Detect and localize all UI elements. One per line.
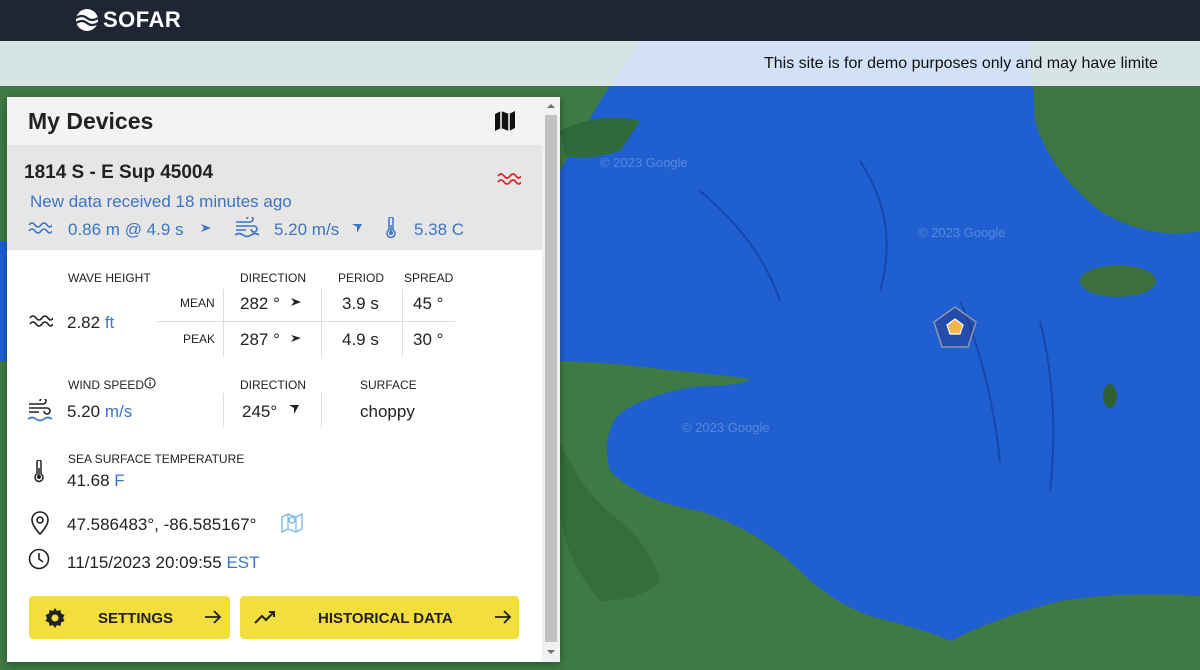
wind-speed-number: 5.20 xyxy=(67,402,101,421)
sofar-logo[interactable]: SOFAR xyxy=(75,8,181,32)
map-watermark: © 2023 Google xyxy=(918,225,1006,240)
table-divider xyxy=(157,321,455,322)
arrow-right-icon xyxy=(205,610,222,624)
demo-banner-text: This site is for demo purposes only and … xyxy=(764,55,1158,72)
table-divider xyxy=(223,393,224,427)
wind-direction-value: 245° xyxy=(242,402,278,421)
summary-wave: 0.86 m @ 4.9 s xyxy=(68,220,184,239)
wind-speed-label: WIND SPEED xyxy=(68,378,145,392)
wave-height-value: 2.82 ft xyxy=(67,313,114,333)
wind-speed-unit: m/s xyxy=(104,402,133,421)
wave-height-number: 2.82 xyxy=(67,313,101,332)
table-divider xyxy=(402,289,403,357)
peak-spread: 30 ° xyxy=(413,330,444,349)
mean-spread: 45 ° xyxy=(413,294,444,313)
wave-height-label: WAVE HEIGHT xyxy=(68,271,151,285)
sst-label: SEA SURFACE TEMPERATURE xyxy=(68,452,245,466)
wave-icon xyxy=(28,222,52,234)
brand-name: SOFAR xyxy=(103,7,182,32)
peak-direction: 287 ° xyxy=(240,330,280,349)
sst-unit: F xyxy=(114,471,125,490)
direction-arrow-icon xyxy=(352,224,362,233)
settings-button-label: SETTINGS xyxy=(98,610,174,627)
sst-number: 41.68 xyxy=(67,471,110,490)
wave-height-unit: ft xyxy=(104,313,115,332)
wind-icon xyxy=(234,217,260,238)
timestamp: 11/15/2023 20:09:55 EST xyxy=(67,553,260,573)
thermometer-icon xyxy=(34,460,44,483)
scroll-thumb[interactable] xyxy=(545,115,557,642)
mean-period: 3.9 s xyxy=(342,294,379,313)
info-icon[interactable] xyxy=(144,377,156,389)
historical-data-button-label: HISTORICAL DATA xyxy=(318,610,453,627)
direction-arrow-icon xyxy=(201,224,211,232)
gear-icon xyxy=(45,608,65,628)
device-summary-row: 0.86 m @ 4.9 s 5.20 m/s 5.38 C xyxy=(28,217,538,241)
summary-temperature: 5.38 C xyxy=(414,220,465,239)
trending-up-icon xyxy=(254,611,275,624)
summary-wind: 5.20 m/s xyxy=(274,220,340,239)
direction-arrow-icon xyxy=(291,298,301,306)
map-toggle-icon[interactable] xyxy=(493,109,517,133)
panel-title: My Devices xyxy=(28,108,154,134)
wind-speed-value: 5.20 m/s xyxy=(67,402,132,422)
thermometer-icon xyxy=(386,217,396,239)
panel-header: My Devices xyxy=(7,97,542,145)
period-header: PERIOD xyxy=(338,271,385,285)
table-divider xyxy=(321,393,322,427)
scroll-up-icon[interactable] xyxy=(546,101,556,111)
direction-header: DIRECTION xyxy=(240,271,306,285)
new-data-status: New data received 18 minutes ago xyxy=(30,192,292,211)
surface-value: choppy xyxy=(360,402,415,421)
timestamp-value: 11/15/2023 20:09:55 xyxy=(67,553,222,572)
location-pin-icon xyxy=(31,511,49,535)
peak-period: 4.9 s xyxy=(342,330,379,349)
direction-arrow-icon xyxy=(291,335,301,342)
peak-label: PEAK xyxy=(183,332,216,346)
spread-header: SPREAD xyxy=(404,271,454,285)
mean-direction: 282 ° xyxy=(240,294,280,313)
table-divider xyxy=(223,289,224,357)
clock-icon xyxy=(28,548,50,570)
device-name: 1814 S - E Sup 45004 xyxy=(24,162,214,183)
my-devices-panel: My Devices 1814 S - E Sup 45004 New data… xyxy=(7,97,560,662)
settings-button[interactable]: SETTINGS xyxy=(29,596,230,639)
wave-alert-icon xyxy=(497,173,521,185)
device-card[interactable]: 1814 S - E Sup 45004 New data received 1… xyxy=(7,145,542,250)
direction-arrow-icon xyxy=(289,405,299,414)
wind-icon xyxy=(27,399,53,422)
sst-value: 41.68 F xyxy=(67,471,125,491)
wind-direction-label: DIRECTION xyxy=(240,378,306,392)
map-watermark: © 2023 Google xyxy=(682,420,770,435)
demo-banner: This site is for demo purposes only and … xyxy=(0,41,1200,86)
timezone: EST xyxy=(226,553,260,572)
historical-data-button[interactable]: HISTORICAL DATA xyxy=(240,596,519,639)
buoy-marker[interactable] xyxy=(932,305,978,351)
arrow-right-icon xyxy=(495,610,512,624)
surface-label: SURFACE xyxy=(360,378,417,392)
top-bar: SOFAR xyxy=(0,0,1200,41)
scroll-down-icon[interactable] xyxy=(546,647,556,657)
mean-label: MEAN xyxy=(180,296,215,310)
sofar-logo-icon xyxy=(75,9,99,31)
wave-icon xyxy=(29,315,53,327)
panel-scrollbar[interactable] xyxy=(542,97,560,662)
map-watermark: © 2023 Google xyxy=(600,155,688,170)
location-coordinates: 47.586483°, -86.585167° xyxy=(67,515,257,534)
map-pin-icon[interactable] xyxy=(280,511,304,533)
table-divider xyxy=(321,289,322,357)
